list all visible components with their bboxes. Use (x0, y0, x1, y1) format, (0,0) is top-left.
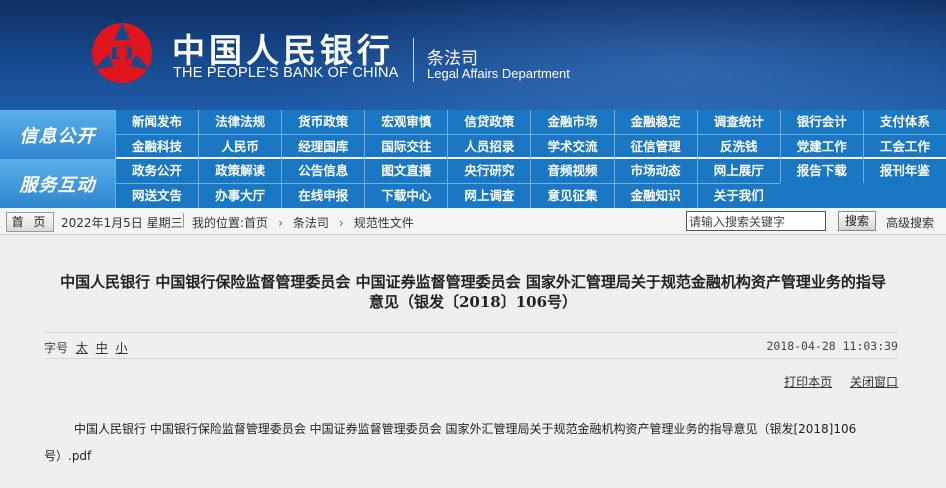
nav-item-info-14[interactable]: 人员招录 (447, 134, 531, 159)
header-divider (413, 38, 414, 82)
print-page-link[interactable]: 打印本页 (784, 375, 832, 389)
nav-item-info-15[interactable]: 学术交流 (530, 134, 614, 159)
location-label: 我的位置: (192, 216, 245, 230)
nav-item-service-15[interactable]: 意见征集 (530, 183, 614, 208)
nav-item-info-18[interactable]: 党建工作 (779, 134, 863, 159)
nav-item-service-11[interactable]: 办事大厅 (198, 183, 282, 208)
publish-timestamp: 2018-04-28 11:03:39 (766, 339, 898, 353)
nav-row-info: 信息公开 新闻发布 法律法规 货币政策 宏观审慎 信贷政策 金融市场 金融稳定 调查统计 银行会… (0, 110, 946, 159)
nav-item-service-12[interactable]: 在线申报 (281, 183, 365, 208)
site-banner: 中国人民银行 THE PEOPLE'S BANK OF CHINA 条法司 Le… (0, 0, 946, 110)
nav-item-service-13[interactable]: 下载中心 (364, 183, 448, 208)
nav-item-service-7[interactable]: 网上展厅 (696, 159, 780, 183)
nav-item-service-0[interactable]: 政务公开 (115, 159, 198, 183)
advanced-search-link[interactable]: 高级搜索 (886, 214, 934, 231)
nav-item-info-13[interactable]: 国际交往 (364, 134, 448, 159)
nav-item-service-1[interactable]: 政策解读 (198, 159, 281, 183)
breadcrumb: 我的位置:首页 › 条法司 › 规范性文件 (192, 214, 414, 231)
nav-item-info-0[interactable]: 新闻发布 (115, 110, 198, 134)
chevron-right-icon: › (278, 216, 283, 230)
info-bar: 首 页 2022年1月5日 星期三 我的位置:首页 › 条法司 › 规范性文件 搜索 高… (0, 208, 946, 235)
nav-item-info-3[interactable]: 宏观审慎 (364, 110, 447, 134)
search-button[interactable]: 搜索 (838, 211, 876, 231)
chevron-right-icon: › (338, 216, 344, 230)
nav-item-info-4[interactable]: 信贷政策 (447, 110, 530, 134)
home-button[interactable]: 首 页 (6, 212, 54, 232)
nav-row-service: 服务互动 政务公开 政策解读 公告信息 图文直播 央行研究 音频视频 市场动态 网上展厅 报告下… (0, 159, 946, 208)
font-size-label: 字号 (44, 341, 69, 355)
nav-grid-service: 政务公开 政策解读 公告信息 图文直播 央行研究 音频视频 市场动态 网上展厅 报告下载 报刊年鉴… (115, 159, 946, 208)
main-nav: 信息公开 新闻发布 法律法规 货币政策 宏观审慎 信贷政策 金融市场 金融稳定 调查统计 银行会… (0, 110, 946, 208)
article-meta: 字号 太 中 小 2018-04-28 11:03:39 (44, 332, 898, 359)
nav-item-info-19[interactable]: 工会工作 (862, 134, 946, 159)
breadcrumb-category[interactable]: 规范性文件 (354, 216, 414, 230)
font-size-control: 字号 太 中 小 (44, 339, 128, 356)
nav-item-info-11[interactable]: 人民币 (198, 134, 282, 159)
nav-item-info-16[interactable]: 征信管理 (613, 134, 697, 159)
close-window-link[interactable]: 关闭窗口 (850, 375, 898, 389)
nav-section-service[interactable]: 服务互动 (0, 159, 115, 208)
attachment-line1[interactable]: 中国人民银行 中国银行保险监督管理委员会 中国证券监督管理委员会 国家外汇管理局… (74, 422, 856, 436)
nav-item-service-2[interactable]: 公告信息 (281, 159, 364, 183)
nav-item-service-17[interactable]: 关于我们 (696, 183, 780, 208)
article-actions: 打印本页 关闭窗口 (770, 373, 898, 390)
nav-item-info-17[interactable]: 反洗钱 (696, 134, 780, 159)
nav-item-info-5[interactable]: 金融市场 (530, 110, 613, 134)
nav-item-info-6[interactable]: 金融稳定 (613, 110, 697, 134)
nav-item-info-10[interactable]: 金融科技 (115, 134, 199, 159)
font-size-small[interactable]: 小 (116, 341, 128, 355)
divider (183, 213, 184, 228)
article-title: 中国人民银行 中国银行保险监督管理委员会 中国证券监督管理委员会 国家外汇管理局… (0, 272, 946, 312)
nav-item-service-9[interactable]: 报刊年鉴 (862, 159, 946, 183)
nav-item-service-5[interactable]: 音频视频 (530, 159, 613, 183)
pboc-logo-icon[interactable] (86, 20, 158, 86)
nav-item-info-8[interactable]: 银行会计 (779, 110, 863, 134)
font-size-large[interactable]: 太 (76, 341, 88, 355)
nav-grid-info: 新闻发布 法律法规 货币政策 宏观审慎 信贷政策 金融市场 金融稳定 调查统计 银行会计 支付体系… (115, 110, 946, 159)
nav-item-info-12[interactable]: 经理国库 (281, 134, 365, 159)
breadcrumb-home[interactable]: 首页 (244, 216, 268, 230)
nav-item-info-7[interactable]: 调查统计 (696, 110, 780, 134)
nav-item-service-14[interactable]: 网上调查 (447, 183, 531, 208)
nav-item-info-1[interactable]: 法律法规 (198, 110, 281, 134)
nav-item-service-6[interactable]: 市场动态 (613, 159, 697, 183)
nav-item-info-9[interactable]: 支付体系 (862, 110, 946, 134)
nav-item-service-8[interactable]: 报告下载 (779, 159, 863, 183)
nav-section-info-disclosure[interactable]: 信息公开 (0, 110, 115, 159)
nav-item-info-2[interactable]: 货币政策 (281, 110, 364, 134)
bank-name-en: THE PEOPLE'S BANK OF CHINA (173, 65, 399, 81)
search-input[interactable] (686, 211, 826, 231)
attachment-line2[interactable]: 号）.pdf (44, 449, 91, 463)
nav-item-service-10[interactable]: 网送文告 (115, 183, 199, 208)
nav-item-service-3[interactable]: 图文直播 (364, 159, 447, 183)
article-title-line1: 中国人民银行 中国银行保险监督管理委员会 中国证券监督管理委员会 国家外汇管理局… (60, 273, 886, 291)
current-date: 2022年1月5日 星期三 (61, 216, 183, 230)
article-title-line2: 意见（银发〔2018〕106号） (368, 293, 578, 311)
attachment-link[interactable]: 中国人民银行 中国银行保险监督管理委员会 中国证券监督管理委员会 国家外汇管理局… (44, 416, 864, 470)
dept-name-en: Legal Affairs Department (427, 66, 570, 81)
nav-item-service-16[interactable]: 金融知识 (613, 183, 697, 208)
breadcrumb-dept[interactable]: 条法司 (293, 216, 329, 230)
font-size-medium[interactable]: 中 (96, 341, 108, 355)
nav-item-service-4[interactable]: 央行研究 (447, 159, 530, 183)
